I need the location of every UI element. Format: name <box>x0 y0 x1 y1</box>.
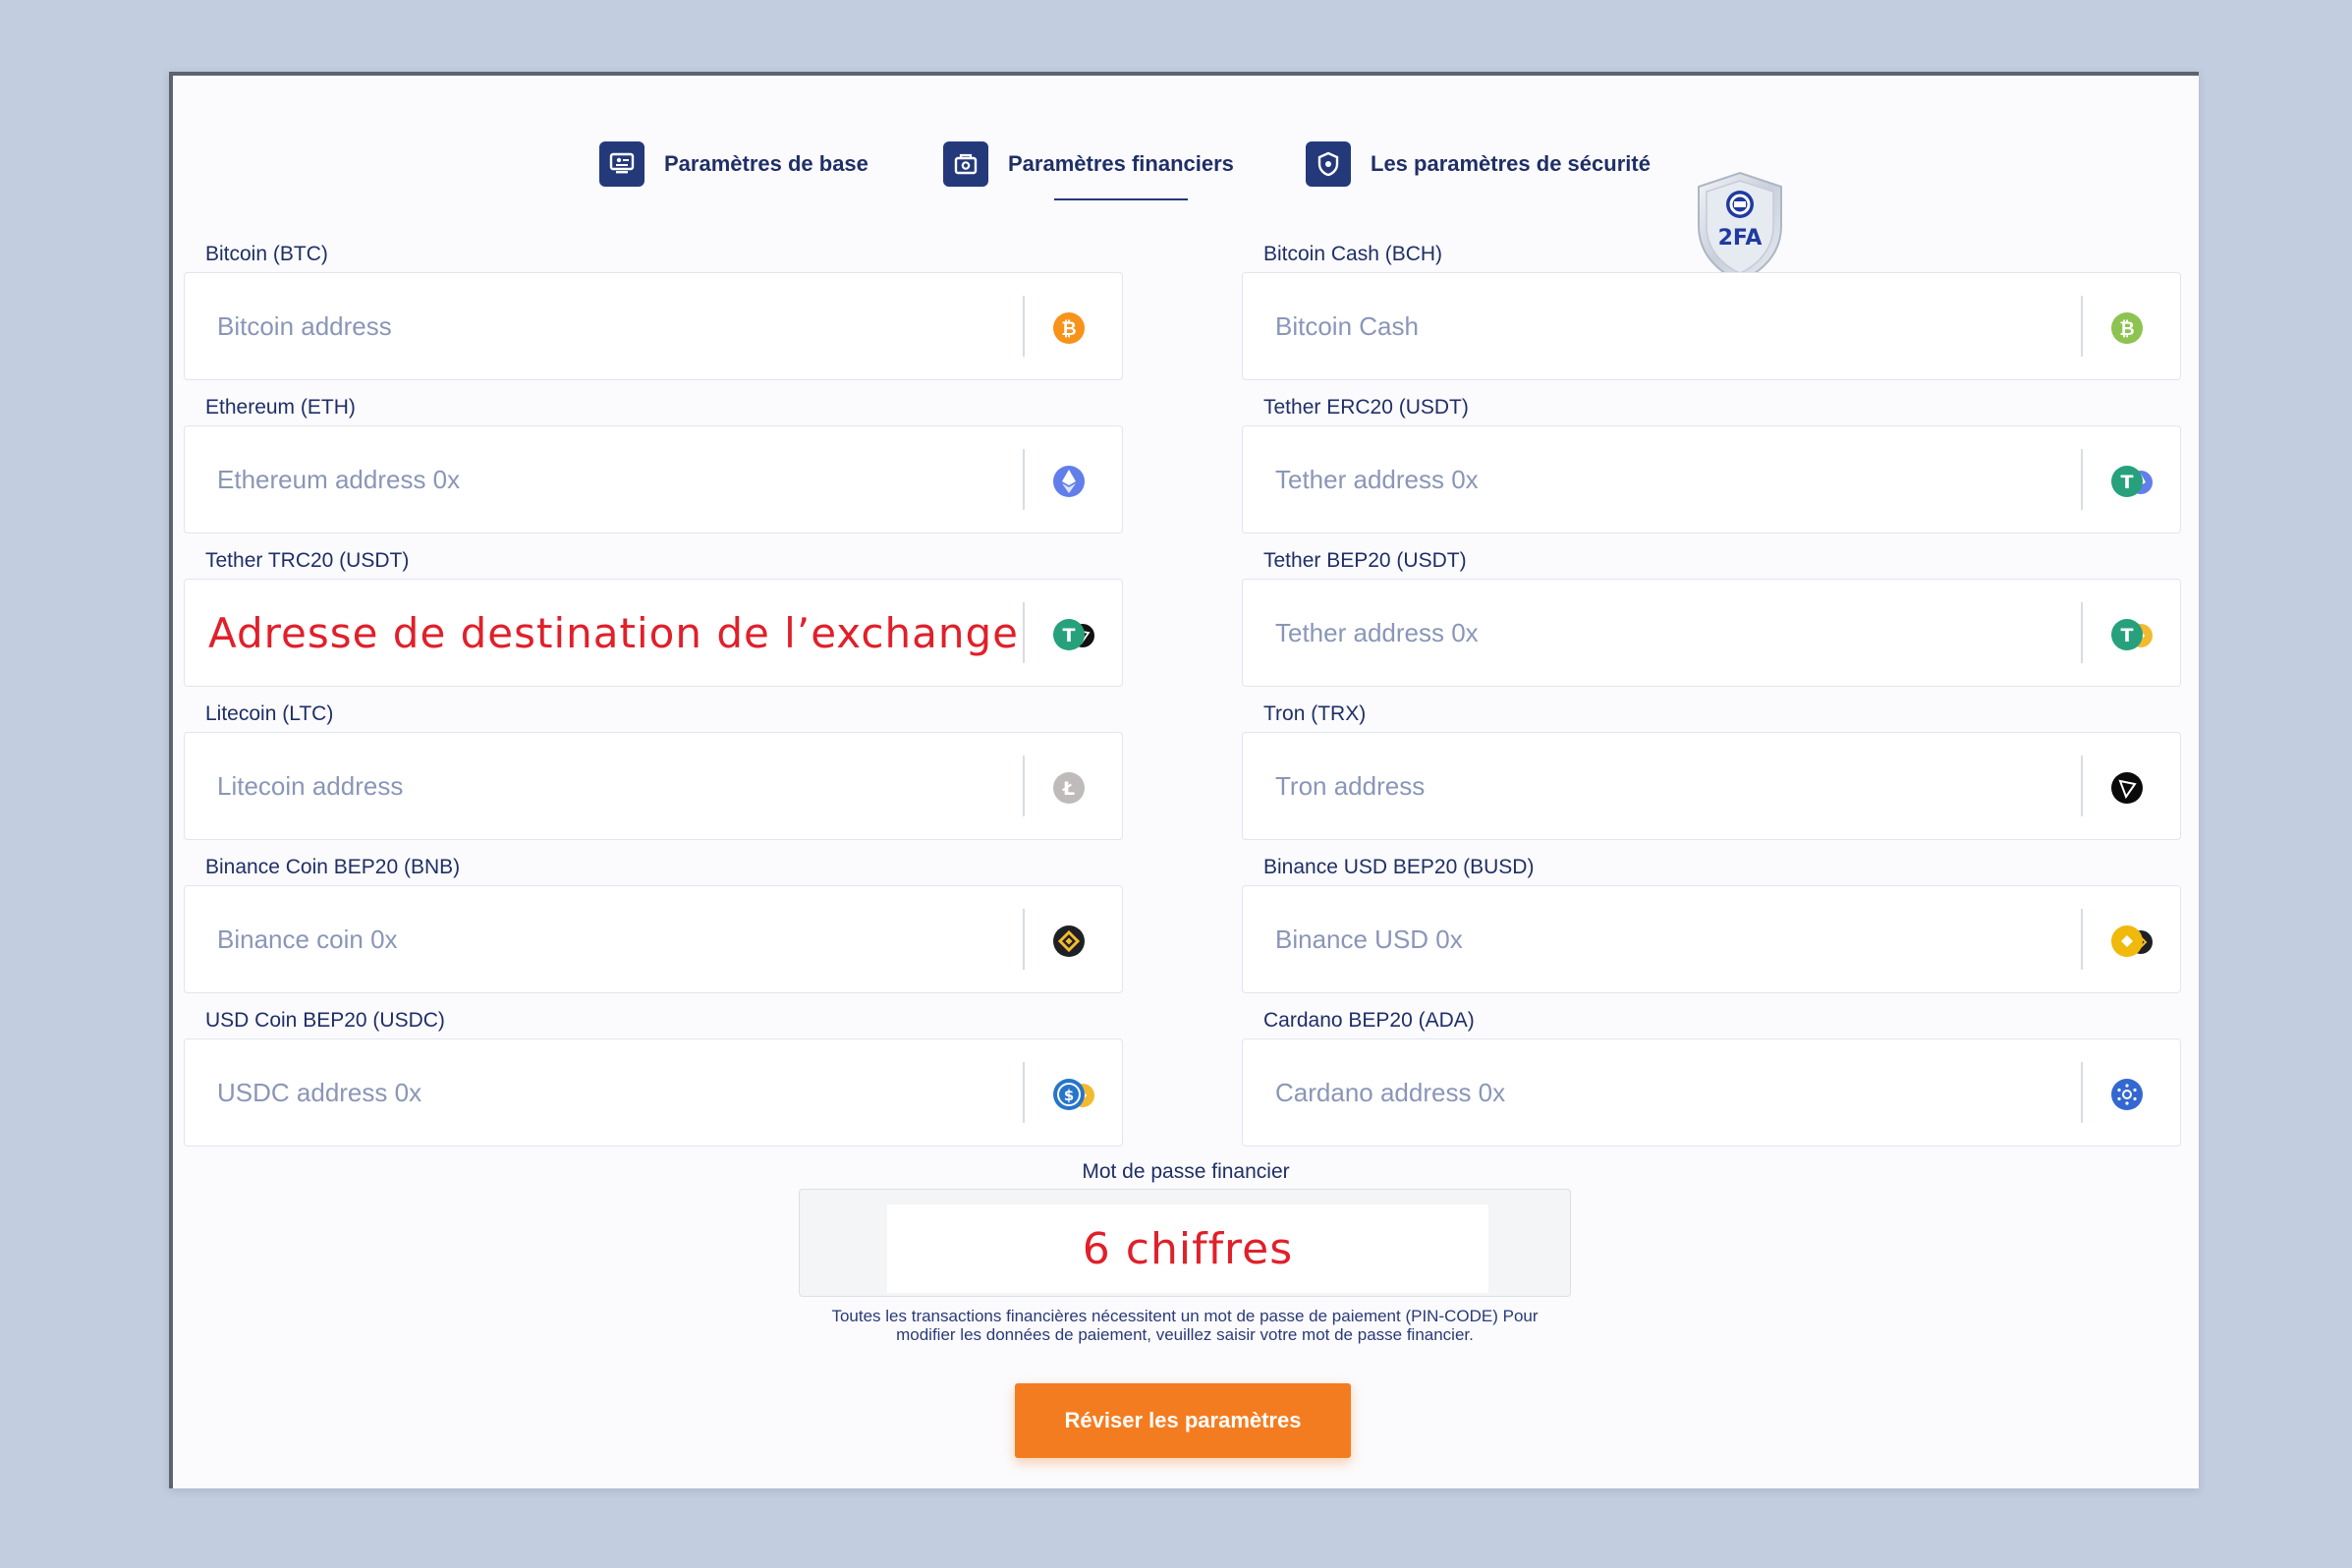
tron-icon <box>2110 768 2169 808</box>
ethereum-icon <box>1052 462 1111 501</box>
settings-panel: Paramètres de base Paramètres financiers… <box>169 72 2199 1488</box>
input-usdc-placeholder: USDC address 0x <box>217 1077 422 1107</box>
input-btc[interactable]: Bitcoin address ₿ <box>184 272 1123 380</box>
2fa-badge[interactable]: 2FA <box>1691 169 1789 285</box>
input-usdt-bep20[interactable]: Tether address 0x T <box>1242 579 2181 687</box>
input-busd[interactable]: Binance USD 0x <box>1242 885 2181 993</box>
input-bnb[interactable]: Binance coin 0x <box>184 885 1123 993</box>
divider <box>2081 756 2083 816</box>
shield-icon <box>1306 141 1351 187</box>
tab-security-label: Les paramètres de sécurité <box>1371 151 1651 176</box>
input-trx-placeholder: Tron address <box>1275 770 1426 801</box>
input-eth[interactable]: Ethereum address 0x <box>184 425 1123 533</box>
tab-security-settings[interactable]: Les paramètres de sécurité <box>1306 140 1651 189</box>
financial-password-value: 6 chiffres <box>1082 1223 1294 1274</box>
divider <box>1023 296 1025 357</box>
divider <box>2081 602 2083 663</box>
divider <box>1023 909 1025 970</box>
bitcoin-icon: ₿ <box>1052 308 1111 348</box>
tab-financial-settings[interactable]: Paramètres financiers <box>943 140 1234 200</box>
svg-text:$: $ <box>1064 1087 1074 1104</box>
field-label-trx: Tron (TRX) <box>1263 702 1367 725</box>
review-settings-button[interactable]: Réviser les paramètres <box>1015 1383 1351 1458</box>
tab-basic-label: Paramètres de base <box>664 151 868 176</box>
divider <box>2081 1062 2083 1123</box>
field-label-bnb: Binance Coin BEP20 (BNB) <box>205 856 461 878</box>
input-bch[interactable]: Bitcoin Cash ₿ <box>1242 272 2181 380</box>
field-label-btc: Bitcoin (BTC) <box>205 243 328 265</box>
input-usdt-erc20-placeholder: Tether address 0x <box>1275 464 1479 494</box>
field-label-bch: Bitcoin Cash (BCH) <box>1263 243 1443 265</box>
input-ada-placeholder: Cardano address 0x <box>1275 1077 1506 1107</box>
binance-usd-icon <box>2110 922 2169 961</box>
input-usdt-trc20[interactable]: Adresse de destination de l’exchange T <box>184 579 1123 687</box>
input-usdt-erc20[interactable]: Tether address 0x T <box>1242 425 2181 533</box>
input-busd-placeholder: Binance USD 0x <box>1275 924 1463 954</box>
tether-trc20-icon: T <box>1052 615 1111 654</box>
monitor-icon <box>599 141 644 187</box>
input-ada[interactable]: Cardano address 0x <box>1242 1038 2181 1147</box>
input-btc-placeholder: Bitcoin address <box>217 310 392 341</box>
field-label-usdt-bep20: Tether BEP20 (USDT) <box>1263 549 1467 572</box>
input-usdt-bep20-placeholder: Tether address 0x <box>1275 617 1479 647</box>
tab-basic-settings[interactable]: Paramètres de base <box>599 140 868 189</box>
binance-coin-icon <box>1052 922 1111 961</box>
divider <box>1023 602 1025 663</box>
bitcoin-cash-icon: ₿ <box>2110 308 2169 348</box>
tether-bep20-icon: T <box>2110 615 2169 654</box>
field-label-usdt-trc20: Tether TRC20 (USDT) <box>205 549 410 572</box>
svg-text:Ł: Ł <box>1062 778 1075 800</box>
divider <box>1023 1062 1025 1123</box>
wallet-icon <box>943 141 988 187</box>
input-bch-placeholder: Bitcoin Cash <box>1275 310 1419 341</box>
usd-coin-icon: $ <box>1052 1075 1111 1114</box>
divider <box>1023 449 1025 510</box>
field-label-ada: Cardano BEP20 (ADA) <box>1263 1009 1475 1032</box>
field-label-usdt-erc20: Tether ERC20 (USDT) <box>1263 396 1469 419</box>
input-usdt-trc20-value: Adresse de destination de l’exchange <box>208 608 1019 657</box>
cardano-icon <box>2110 1075 2169 1114</box>
2fa-badge-text: 2FA <box>1717 226 1763 251</box>
tab-bar: Paramètres de base Paramètres financiers… <box>173 140 2199 283</box>
field-label-usdc: USD Coin BEP20 (USDC) <box>205 1009 445 1032</box>
financial-password-input[interactable]: 6 chiffres <box>887 1204 1488 1293</box>
financial-password-help: Toutes les transactions financières néce… <box>831 1307 1539 1344</box>
input-trx[interactable]: Tron address <box>1242 732 2181 840</box>
divider <box>2081 449 2083 510</box>
svg-text:T: T <box>1063 625 1076 646</box>
svg-text:₿: ₿ <box>2119 318 2134 340</box>
svg-text:T: T <box>2121 625 2134 646</box>
input-ltc-placeholder: Litecoin address <box>217 770 404 801</box>
divider <box>2081 296 2083 357</box>
divider <box>1023 756 1025 816</box>
field-label-eth: Ethereum (ETH) <box>205 396 356 419</box>
input-bnb-placeholder: Binance coin 0x <box>217 924 398 954</box>
divider <box>2081 909 2083 970</box>
litecoin-icon: Ł <box>1052 768 1111 808</box>
svg-text:T: T <box>2121 472 2134 493</box>
svg-text:₿: ₿ <box>1061 318 1076 340</box>
input-eth-placeholder: Ethereum address 0x <box>217 464 461 494</box>
tab-financial-label: Paramètres financiers <box>1008 151 1234 200</box>
field-label-busd: Binance USD BEP20 (BUSD) <box>1263 856 1535 878</box>
tether-erc20-icon: T <box>2110 462 2169 501</box>
field-label-ltc: Litecoin (LTC) <box>205 702 334 725</box>
financial-password-label: Mot de passe financier <box>1082 1160 1290 1183</box>
financial-password-field: 6 chiffres <box>799 1189 1571 1297</box>
input-ltc[interactable]: Litecoin address Ł <box>184 732 1123 840</box>
input-usdc[interactable]: USDC address 0x $ <box>184 1038 1123 1147</box>
